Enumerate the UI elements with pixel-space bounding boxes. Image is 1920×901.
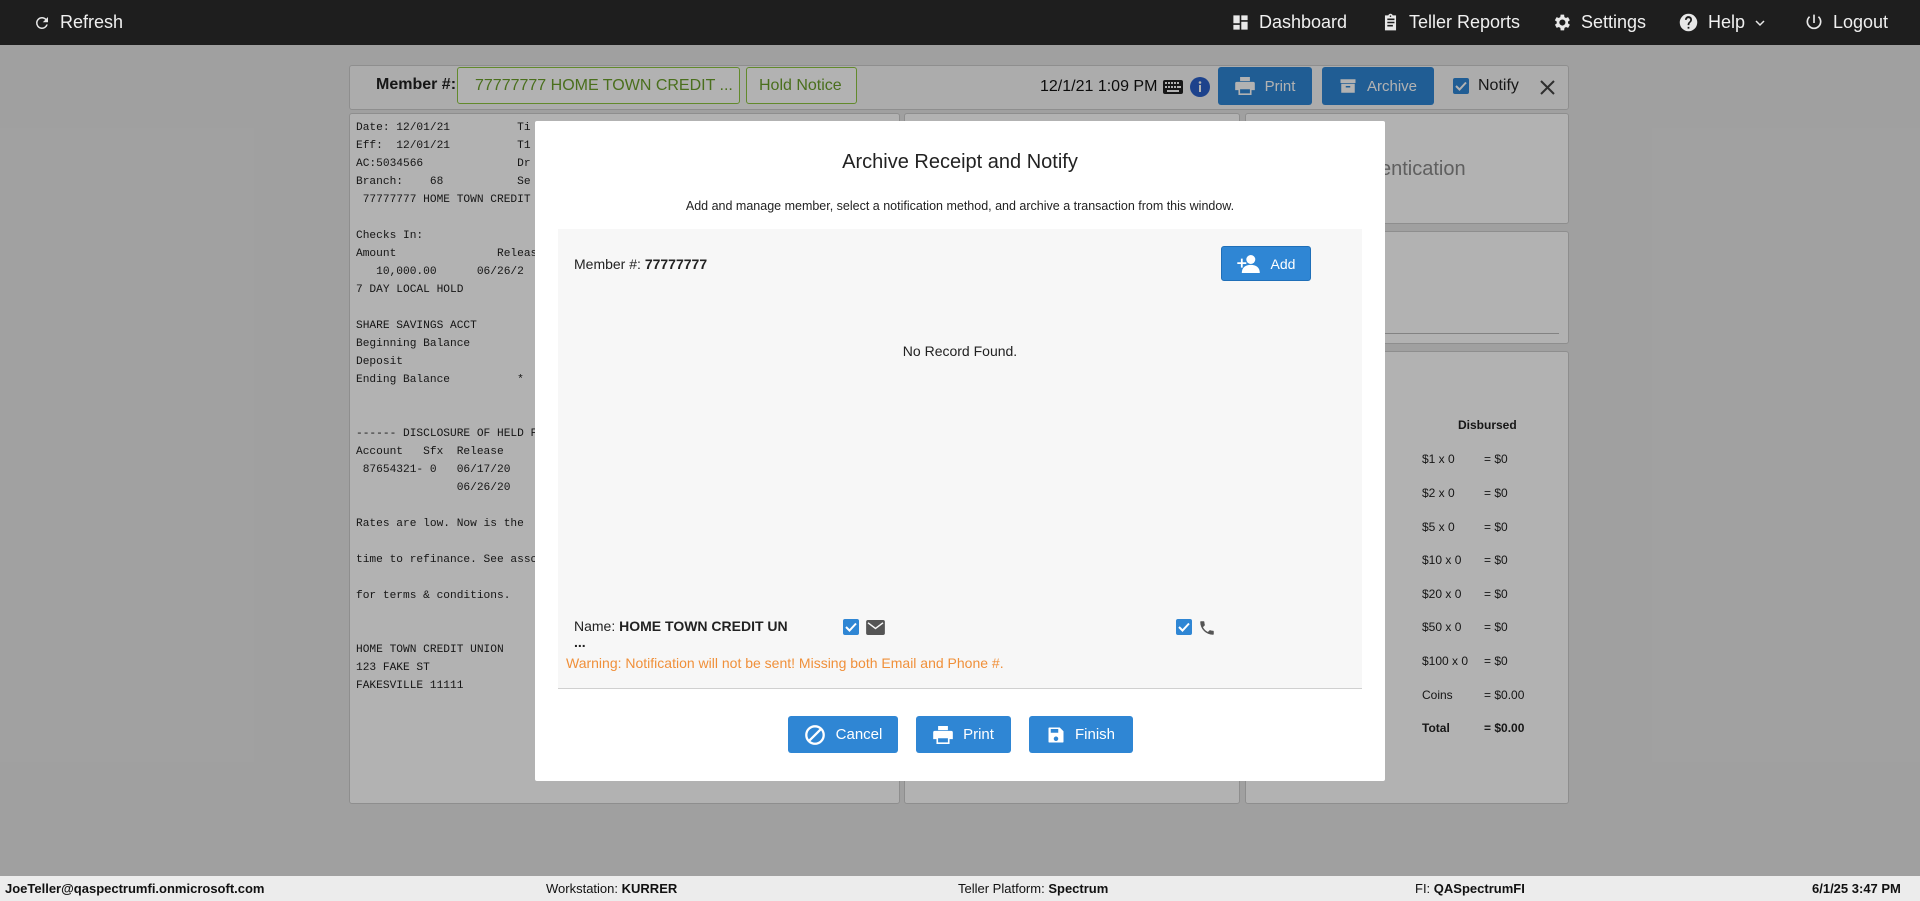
workstation-value: KURRER — [621, 881, 678, 896]
status-fi: FI: QASpectrumFI — [1415, 881, 1525, 896]
status-datetime: 6/1/25 3:47 PM — [1812, 881, 1901, 896]
cancel-button[interactable]: Cancel — [788, 716, 898, 753]
clipboard-icon — [1384, 13, 1397, 31]
name-value: HOME TOWN CREDIT UN — [619, 618, 788, 634]
save-icon — [1048, 727, 1064, 742]
add-label: Add — [1270, 255, 1296, 272]
logout-link[interactable]: Logout — [1804, 0, 1888, 45]
printer-icon — [933, 725, 953, 744]
dashboard-label: Dashboard — [1259, 12, 1348, 32]
modal-member-label: Member #: — [574, 256, 641, 272]
cancel-label: Cancel — [835, 726, 883, 743]
refresh-icon — [36, 16, 48, 29]
refresh-button[interactable]: Refresh — [33, 0, 123, 45]
phone-icon — [1200, 621, 1214, 635]
status-bar: JoeTeller@qaspectrumfi.onmicrosoft.com W… — [0, 876, 1920, 901]
check-icon — [845, 622, 857, 632]
name-line: Name: HOME TOWN CREDIT UN — [574, 618, 788, 634]
help-menu[interactable]: Help — [1678, 0, 1766, 45]
refresh-label: Refresh — [60, 12, 124, 32]
modal-member-line: Member #: 77777777 — [574, 256, 707, 272]
name-label: Name: — [574, 618, 616, 634]
workstation-label: Workstation: — [546, 881, 619, 896]
warning-text: Warning: Notification will not be sent! … — [566, 655, 1004, 671]
power-icon — [1806, 14, 1822, 29]
email-icon — [866, 620, 885, 635]
chevron-down-icon — [1755, 19, 1765, 26]
dashboard-icon — [1233, 15, 1248, 30]
no-record-text: No Record Found. — [902, 343, 1018, 359]
top-nav-bar: Refresh Dashboard Teller Reports Setting… — [0, 0, 1920, 45]
add-member-button[interactable]: Add — [1221, 246, 1311, 281]
teller-reports-link[interactable]: Teller Reports — [1381, 0, 1520, 45]
status-user: JoeTeller@qaspectrumfi.onmicrosoft.com — [5, 881, 265, 896]
gear-icon — [1554, 14, 1570, 31]
modal-title: Archive Receipt and Notify — [842, 151, 1078, 173]
name-more: ... — [574, 634, 586, 650]
status-platform: Teller Platform: Spectrum — [958, 881, 1108, 896]
modal-member-value: 77777777 — [644, 256, 708, 272]
platform-label: Teller Platform: — [958, 881, 1045, 896]
help-label: Help — [1708, 12, 1746, 32]
fi-label: FI: — [1415, 881, 1431, 896]
archive-receipt-modal: Archive Receipt and Notify Add and manag… — [535, 121, 1385, 781]
settings-link[interactable]: Settings — [1551, 0, 1646, 45]
logout-label: Logout — [1833, 12, 1889, 32]
phone-checkbox[interactable] — [1176, 619, 1192, 635]
modal-print-button[interactable]: Print — [916, 716, 1011, 753]
ban-icon — [804, 724, 825, 745]
modal-print-label: Print — [963, 726, 994, 743]
add-person-icon — [1236, 254, 1260, 273]
finish-button[interactable]: Finish — [1029, 716, 1133, 753]
modal-subtitle: Add and manage member, select a notifica… — [685, 199, 1235, 213]
finish-label: Finish — [1074, 726, 1115, 743]
check-icon — [1178, 622, 1190, 632]
dashboard-link[interactable]: Dashboard — [1231, 0, 1347, 45]
status-workstation: Workstation: KURRER — [546, 881, 677, 896]
teller-reports-label: Teller Reports — [1409, 12, 1521, 32]
platform-value: Spectrum — [1048, 881, 1109, 896]
member-record-area: Member #: 77777777 Add No Record Found. … — [558, 229, 1362, 689]
settings-label: Settings — [1581, 12, 1647, 32]
fi-value: QASpectrumFI — [1433, 881, 1525, 896]
email-checkbox[interactable] — [843, 619, 859, 635]
help-icon — [1679, 13, 1698, 32]
